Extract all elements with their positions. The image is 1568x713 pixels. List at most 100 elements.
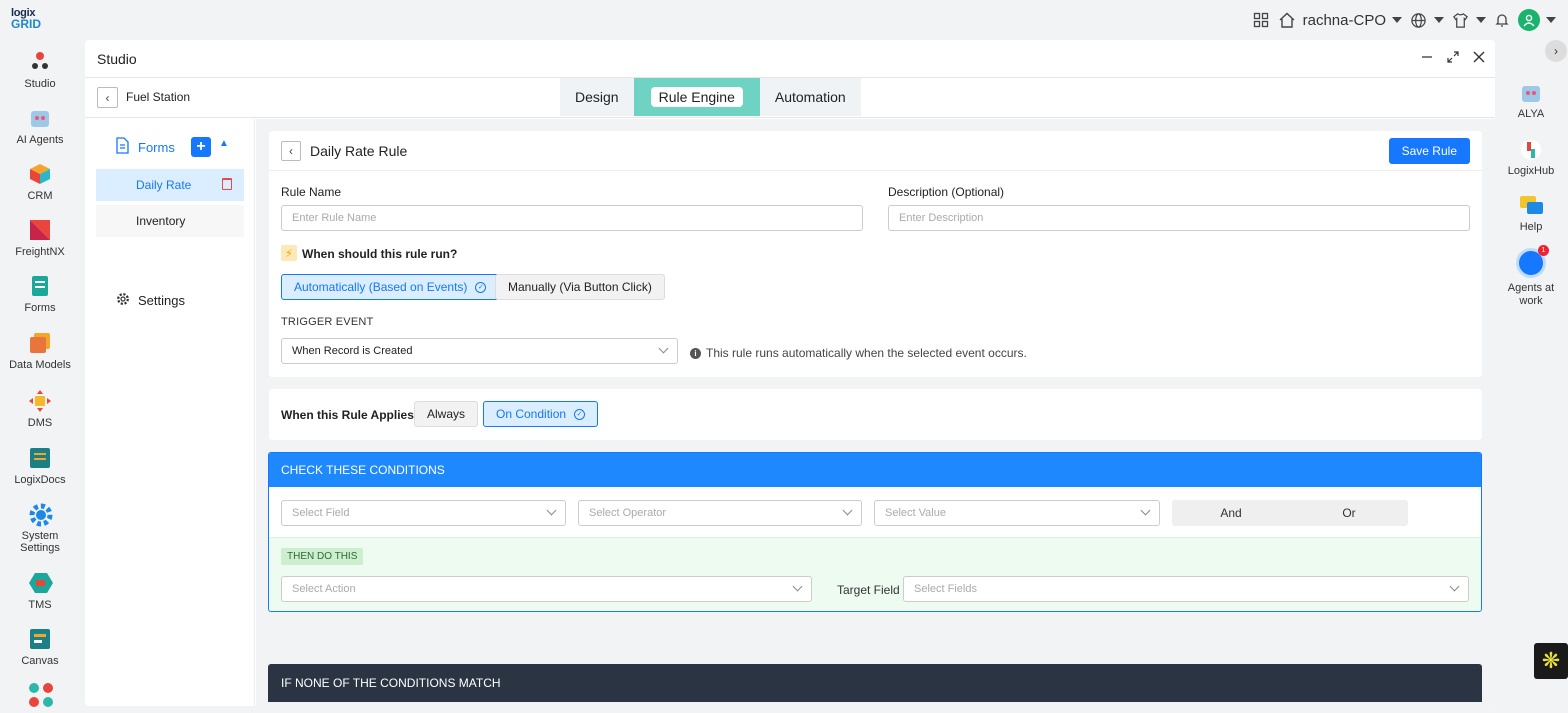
theme-dropdown-icon[interactable] xyxy=(1476,17,1486,23)
always-option[interactable]: Always xyxy=(414,401,479,427)
select-field-dropdown[interactable]: Select Field xyxy=(281,500,566,526)
app-forms[interactable]: Forms xyxy=(0,274,80,314)
rule-content: ‹ Daily Rate Rule Save Rule Rule Name En… xyxy=(256,119,1495,706)
sub-header: ‹ Fuel Station Design Rule Engine Automa… xyxy=(85,78,1495,118)
right-rail: ALYA LogixHub Help 1 Agents at work xyxy=(1500,40,1568,713)
studio-window: Studio ‹ Fuel Station Design Rule Engine… xyxy=(85,40,1495,706)
app-logixdocs[interactable]: LogixDocs xyxy=(0,446,80,486)
user-dropdown-icon[interactable] xyxy=(1546,17,1556,23)
window-title: Studio xyxy=(97,50,137,67)
rule-back-button[interactable]: ‹ xyxy=(281,141,301,161)
app-data-models[interactable]: Data Models xyxy=(0,331,80,371)
top-bar: logix GRID rachna-CPO xyxy=(0,0,1568,40)
data-models-icon xyxy=(28,331,52,355)
app-tms[interactable]: TMS xyxy=(0,571,80,611)
back-button[interactable]: ‹ xyxy=(97,87,118,108)
rail-logixhub[interactable]: LogixHub xyxy=(1500,138,1562,178)
then-section: THEN DO THIS Select Action Target Field … xyxy=(269,537,1481,611)
rail-agents-at-work[interactable]: 1 Agents at work xyxy=(1500,245,1562,308)
run-manually-option[interactable]: Manually (Via Button Click) xyxy=(495,274,665,300)
select-fields-dropdown[interactable]: Select Fields xyxy=(903,576,1469,602)
app-freightnx[interactable]: FreightNX xyxy=(0,218,80,258)
tab-automation[interactable]: Automation xyxy=(759,78,861,116)
select-operator-dropdown[interactable]: Select Operator xyxy=(578,500,862,526)
dms-icon xyxy=(28,389,52,413)
crm-icon xyxy=(28,162,52,186)
none-match-header: IF NONE OF THE CONDITIONS MATCH xyxy=(268,664,1482,702)
tab-bar: Design Rule Engine Automation xyxy=(560,78,861,116)
gear-icon xyxy=(116,292,130,309)
settings-link[interactable]: Settings xyxy=(116,292,185,309)
info-icon: i xyxy=(690,347,701,359)
minimize-icon[interactable] xyxy=(1421,50,1433,66)
workspace-name[interactable]: rachna-CPO xyxy=(1303,12,1386,29)
user-avatar[interactable] xyxy=(1518,9,1540,31)
check-circle-icon: ✓ xyxy=(574,408,586,420)
chevron-down-icon xyxy=(1140,505,1151,516)
description-input[interactable]: Enter Description xyxy=(888,205,1470,231)
save-rule-button[interactable]: Save Rule xyxy=(1388,138,1470,164)
target-field-label: Target Field xyxy=(837,583,900,597)
chevron-down-icon xyxy=(1449,581,1460,592)
app-more[interactable] xyxy=(0,682,80,710)
tab-rule-engine[interactable]: Rule Engine xyxy=(633,78,760,116)
tab-design[interactable]: Design xyxy=(560,78,634,116)
bell-icon[interactable] xyxy=(1492,10,1512,30)
agents-at-work-icon: 1 xyxy=(1516,245,1549,278)
document-icon xyxy=(115,137,130,157)
app-system-settings[interactable]: System Settings xyxy=(0,502,80,554)
tms-icon xyxy=(28,571,53,595)
add-form-button[interactable]: + xyxy=(191,137,211,157)
rule-applies-label: When this Rule Applies xyxy=(281,408,414,422)
form-item-daily-rate[interactable]: Daily Rate xyxy=(96,169,244,201)
home-icon[interactable] xyxy=(1277,10,1297,30)
grid-apps-icon[interactable] xyxy=(1251,10,1271,30)
on-condition-option[interactable]: On Condition ✓ xyxy=(483,401,599,427)
form-item-inventory[interactable]: Inventory xyxy=(96,205,244,237)
shirt-icon[interactable] xyxy=(1450,10,1470,30)
run-automatically-option[interactable]: Automatically (Based on Events) ✓ xyxy=(281,274,500,300)
app-studio[interactable]: Studio xyxy=(0,50,80,90)
chevron-down-icon xyxy=(842,505,853,516)
freightnx-icon xyxy=(28,218,52,242)
select-action-dropdown[interactable]: Select Action xyxy=(281,576,812,602)
and-button[interactable]: And xyxy=(1172,500,1290,526)
trigger-event-select[interactable]: When Record is Created xyxy=(281,338,678,364)
forms-icon xyxy=(28,274,52,298)
rail-help[interactable]: Help xyxy=(1500,194,1562,234)
studio-icon xyxy=(28,50,52,74)
language-dropdown-icon[interactable] xyxy=(1434,17,1444,23)
app-dms[interactable]: DMS xyxy=(0,389,80,429)
app-sidebar: Studio AI Agents CRM FreightNX Forms Dat… xyxy=(0,40,80,713)
canvas-icon xyxy=(28,627,52,651)
system-settings-icon xyxy=(28,502,53,527)
logixgrid-logo[interactable]: logix GRID xyxy=(11,8,41,31)
globe-icon[interactable] xyxy=(1408,10,1428,30)
then-badge: THEN DO THIS xyxy=(281,548,364,565)
app-ai-agents[interactable]: AI Agents xyxy=(0,106,80,146)
ai-agents-icon xyxy=(28,106,52,130)
expand-icon[interactable] xyxy=(1447,50,1459,66)
rule-name-input[interactable]: Enter Rule Name xyxy=(281,205,863,231)
trash-icon[interactable] xyxy=(222,178,232,190)
lightning-icon: ⚡ xyxy=(281,245,297,261)
run-question: When should this rule run? xyxy=(302,247,458,261)
forms-header[interactable]: Forms xyxy=(115,137,175,157)
rail-alya[interactable]: ALYA xyxy=(1500,81,1562,121)
and-or-toggle: And Or xyxy=(1172,500,1408,526)
select-value-dropdown[interactable]: Select Value xyxy=(874,500,1160,526)
sparkle-assistant-icon[interactable]: ❋ xyxy=(1534,643,1568,679)
conditions-panel: CHECK THESE CONDITIONS Select Field Sele… xyxy=(268,452,1482,612)
chevron-up-icon[interactable]: ▲ xyxy=(219,138,229,149)
or-button[interactable]: Or xyxy=(1290,500,1408,526)
close-icon[interactable] xyxy=(1473,50,1485,66)
rule-details-card: ‹ Daily Rate Rule Save Rule Rule Name En… xyxy=(269,131,1482,377)
workspace-dropdown-icon[interactable] xyxy=(1392,17,1402,23)
chevron-left-icon: ‹ xyxy=(105,90,110,105)
chevron-down-icon xyxy=(792,581,803,592)
trigger-event-label: TRIGGER EVENT xyxy=(281,316,374,328)
app-crm[interactable]: CRM xyxy=(0,162,80,202)
conditions-header: CHECK THESE CONDITIONS xyxy=(269,453,1481,487)
app-canvas[interactable]: Canvas xyxy=(0,627,80,667)
rule-applies-card: When this Rule Applies Always On Conditi… xyxy=(269,389,1482,440)
